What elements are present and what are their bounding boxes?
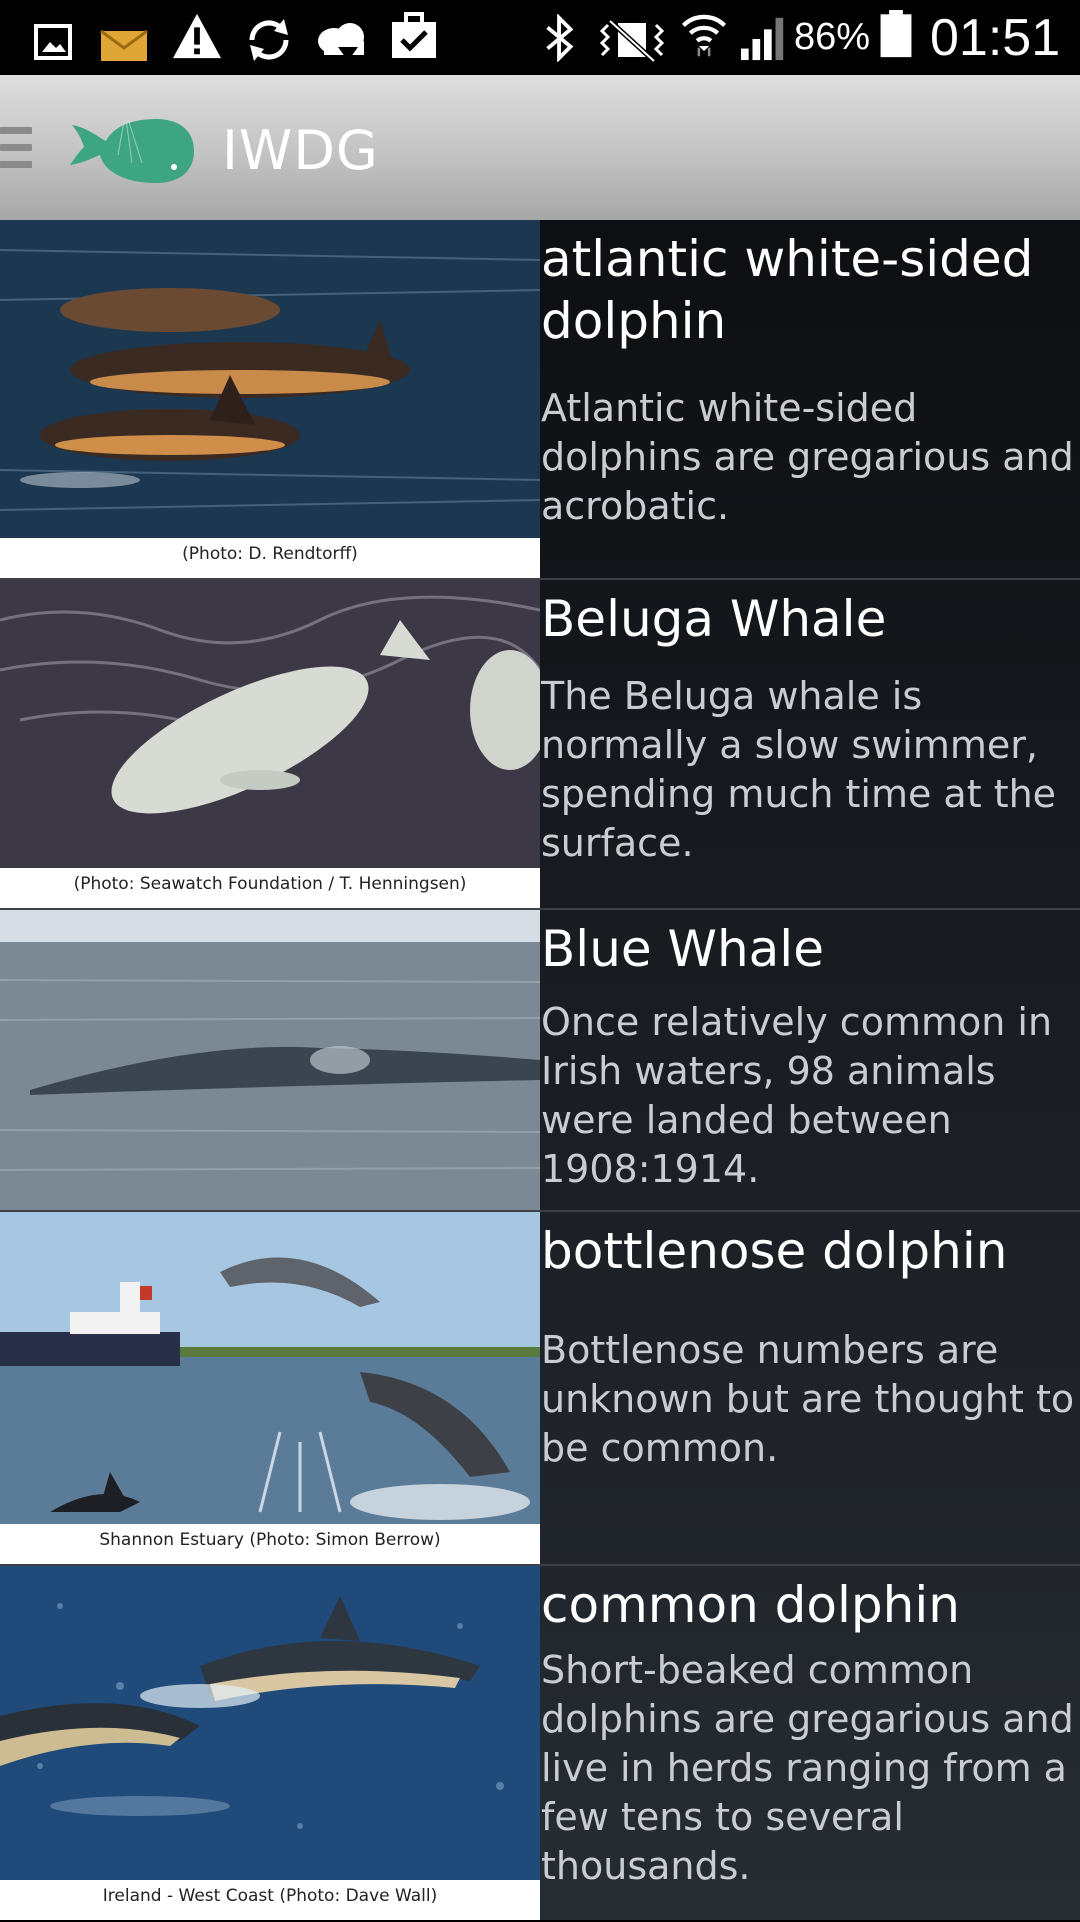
wifi-icon <box>681 14 727 57</box>
beluga-photo <box>0 580 540 868</box>
list-item[interactable]: (Photo: Seawatch Foundation / T. Henning… <box>0 580 1080 910</box>
species-title: bottlenose dolphin <box>541 1222 1008 1280</box>
blue-whale-photo <box>0 910 540 1210</box>
species-description: Atlantic white-sided dolphins are gregar… <box>541 386 1074 528</box>
list-item[interactable]: Blue Whale Once relatively common in Iri… <box>0 910 1080 1212</box>
species-thumbnail: (Photo: D. Rendtorff) <box>0 220 540 578</box>
photo-caption: (Photo: Seawatch Foundation / T. Henning… <box>0 874 540 894</box>
species-title: Beluga Whale <box>541 590 887 648</box>
species-list: (Photo: D. Rendtorff) atlantic white-sid… <box>0 220 1080 1920</box>
species-description: Once relatively common in Irish waters, … <box>541 1000 1053 1191</box>
battery-percent: 86% <box>794 16 871 58</box>
list-item[interactable]: (Photo: D. Rendtorff) atlantic white-sid… <box>0 220 1080 580</box>
species-thumbnail: Shannon Estuary (Photo: Simon Berrow) <box>0 1212 540 1564</box>
action-bar: IWDG <box>0 75 1080 222</box>
species-title: common dolphin <box>541 1576 960 1634</box>
species-title: atlantic white-sided dolphin <box>541 230 1034 350</box>
email-icon <box>100 29 148 61</box>
clock: 01:51 <box>930 9 1061 67</box>
battery-icon <box>880 10 912 58</box>
gallery-icon <box>34 24 72 60</box>
bottlenose-photo <box>0 1212 540 1524</box>
photo-caption: Shannon Estuary (Photo: Simon Berrow) <box>0 1530 540 1550</box>
species-title: Blue Whale <box>541 920 824 978</box>
dolphin-photo <box>0 220 540 538</box>
warning-icon <box>173 13 221 59</box>
drawer-menu-icon[interactable] <box>0 127 32 169</box>
species-description: Short-beaked common dolphins are gregari… <box>541 1648 1074 1888</box>
signal-icon <box>740 17 784 61</box>
vibrate-icon <box>599 19 665 63</box>
sync-icon <box>249 19 289 61</box>
list-item[interactable]: Shannon Estuary (Photo: Simon Berrow) bo… <box>0 1212 1080 1566</box>
status-bar: 86% 01:51 <box>0 0 1080 75</box>
app-title: IWDG <box>222 119 379 182</box>
common-dolphin-photo <box>0 1566 540 1880</box>
photo-caption: (Photo: D. Rendtorff) <box>0 544 540 564</box>
species-thumbnail: Ireland - West Coast (Photo: Dave Wall) <box>0 1566 540 1920</box>
bluetooth-icon <box>546 14 574 62</box>
whale-logo[interactable] <box>68 115 198 187</box>
species-thumbnail: (Photo: Seawatch Foundation / T. Henning… <box>0 580 540 908</box>
photo-caption: Ireland - West Coast (Photo: Dave Wall) <box>0 1886 540 1906</box>
species-description: The Beluga whale is normally a slow swim… <box>541 674 1057 865</box>
species-description: Bottlenose numbers are unknown but are t… <box>541 1328 1075 1470</box>
cloud-upload-icon <box>318 23 364 61</box>
list-item[interactable]: Ireland - West Coast (Photo: Dave Wall) … <box>0 1566 1080 1922</box>
task-icon <box>392 12 436 58</box>
species-thumbnail <box>0 910 540 1210</box>
